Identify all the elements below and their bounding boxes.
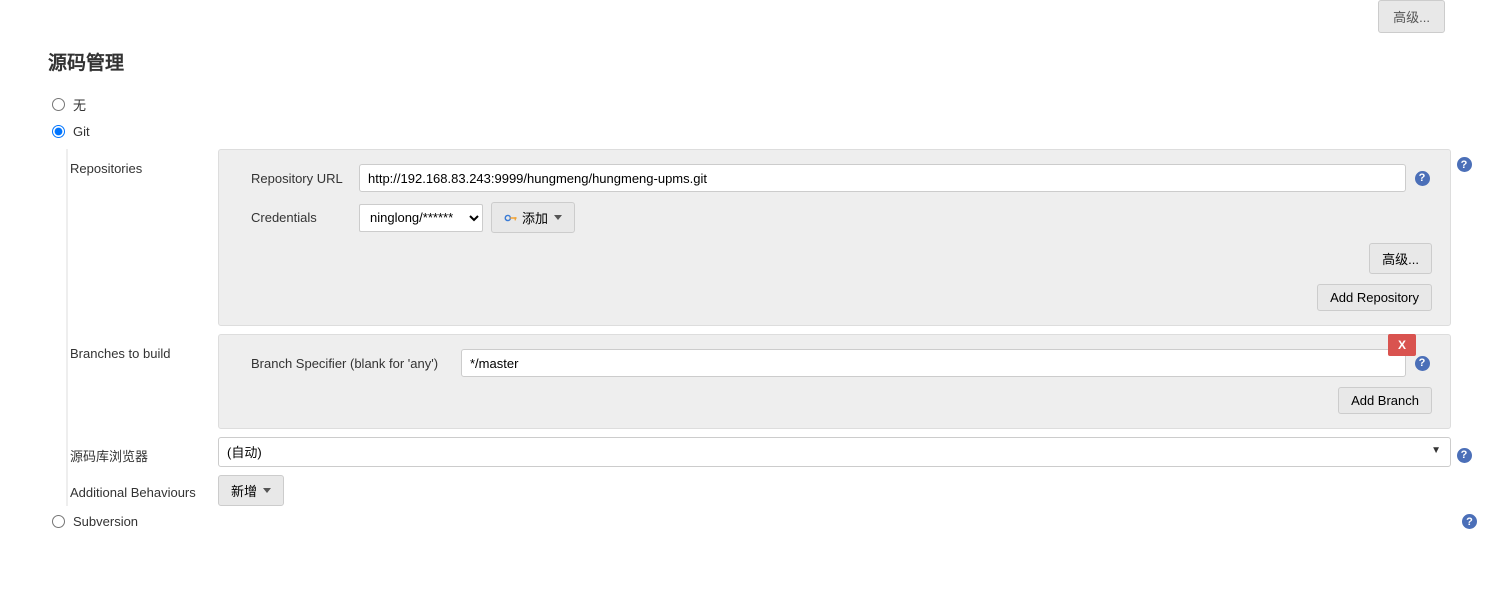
help-icon[interactable]: ? bbox=[1415, 356, 1430, 371]
add-credentials-label: 添加 bbox=[522, 208, 548, 227]
additional-behaviours-label: Additional Behaviours bbox=[68, 481, 218, 500]
help-icon[interactable]: ? bbox=[1457, 448, 1472, 463]
key-icon bbox=[504, 214, 518, 222]
scm-none-radio[interactable] bbox=[52, 98, 65, 111]
caret-down-icon bbox=[554, 215, 562, 220]
scm-git-radio[interactable] bbox=[52, 125, 65, 138]
branch-specifier-label: Branch Specifier (blank for 'any') bbox=[251, 356, 461, 371]
delete-branch-button[interactable]: X bbox=[1388, 334, 1416, 356]
repo-url-label: Repository URL bbox=[251, 171, 359, 186]
credentials-label: Credentials bbox=[251, 210, 359, 225]
add-behaviour-label: 新增 bbox=[231, 481, 257, 500]
add-credentials-button[interactable]: 添加 bbox=[491, 202, 575, 233]
scm-git-label: Git bbox=[73, 124, 90, 139]
branches-label: Branches to build bbox=[68, 334, 218, 361]
branches-panel: X Branch Specifier (blank for 'any') ? A… bbox=[218, 334, 1451, 429]
repository-panel: Repository URL ? Credentials ninglong/**… bbox=[218, 149, 1451, 326]
help-icon[interactable]: ? bbox=[1462, 514, 1477, 529]
repo-browser-select[interactable]: (自动) bbox=[218, 437, 1451, 467]
repo-advanced-button[interactable]: 高级... bbox=[1369, 243, 1432, 274]
credentials-select[interactable]: ninglong/****** bbox=[359, 204, 483, 232]
scm-subversion-radio[interactable] bbox=[52, 515, 65, 528]
repo-browser-label: 源码库浏览器 bbox=[68, 440, 218, 465]
repositories-label: Repositories bbox=[68, 149, 218, 176]
top-advanced-button[interactable]: 高级... bbox=[1378, 0, 1445, 33]
help-icon[interactable]: ? bbox=[1415, 171, 1430, 186]
scm-subversion-label: Subversion bbox=[73, 514, 138, 529]
branch-specifier-input[interactable] bbox=[461, 349, 1406, 377]
add-branch-button[interactable]: Add Branch bbox=[1338, 387, 1432, 414]
add-repository-button[interactable]: Add Repository bbox=[1317, 284, 1432, 311]
scm-none-label: 无 bbox=[73, 95, 86, 114]
add-behaviour-button[interactable]: 新增 bbox=[218, 475, 284, 506]
section-title: 源码管理 bbox=[48, 48, 1477, 75]
caret-down-icon bbox=[263, 488, 271, 493]
help-icon[interactable]: ? bbox=[1457, 157, 1472, 172]
repo-url-input[interactable] bbox=[359, 164, 1406, 192]
